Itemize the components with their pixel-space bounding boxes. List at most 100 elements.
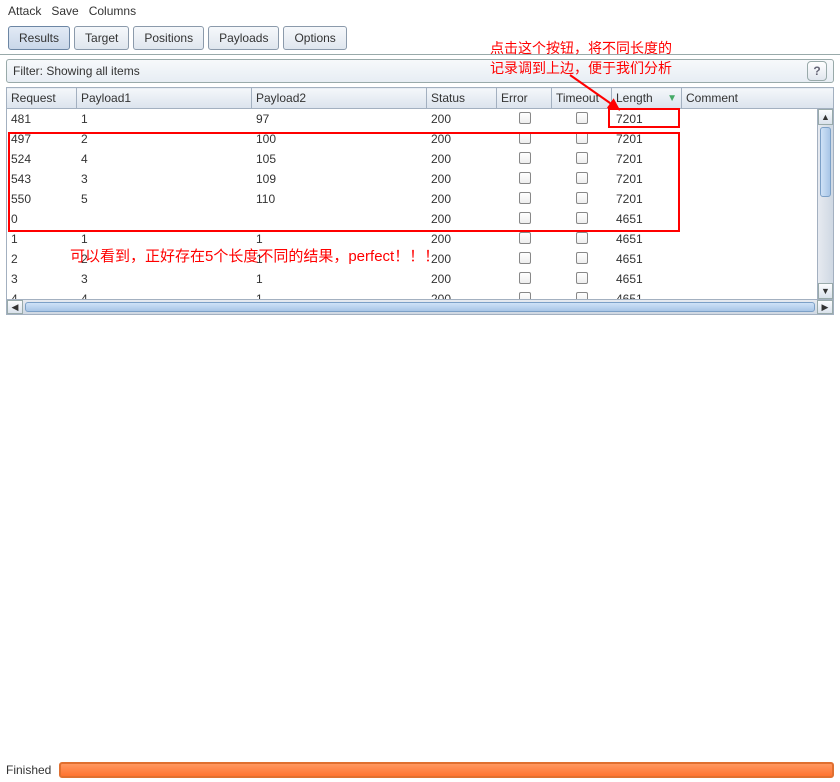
cell-checkbox <box>552 229 612 249</box>
cell: 4651 <box>612 249 682 269</box>
cell-checkbox <box>552 249 612 269</box>
cell: 4651 <box>612 209 682 229</box>
cell-checkbox <box>497 289 552 299</box>
tab-target[interactable]: Target <box>74 26 129 50</box>
cell <box>682 169 833 189</box>
checkbox-icon[interactable] <box>519 252 531 264</box>
cell-checkbox <box>552 269 612 289</box>
checkbox-icon[interactable] <box>519 192 531 204</box>
scroll-up-icon[interactable]: ▲ <box>818 109 833 125</box>
col-timeout[interactable]: Timeout <box>552 88 612 109</box>
filter-bar[interactable]: Filter: Showing all items ? <box>6 59 834 83</box>
table-row[interactable]: 4811972007201 <box>7 109 833 129</box>
cell-checkbox <box>552 289 612 299</box>
menu-save[interactable]: Save <box>51 4 78 18</box>
table-row[interactable]: 1112004651 <box>7 229 833 249</box>
cell <box>682 189 833 209</box>
col-payload2[interactable]: Payload2 <box>252 88 427 109</box>
scroll-thumb[interactable] <box>820 127 831 197</box>
table-row[interactable]: 52441052007201 <box>7 149 833 169</box>
cell: 1 <box>252 229 427 249</box>
cell <box>682 269 833 289</box>
checkbox-icon[interactable] <box>576 252 588 264</box>
checkbox-icon[interactable] <box>576 152 588 164</box>
tab-results[interactable]: Results <box>8 26 70 50</box>
checkbox-icon[interactable] <box>519 292 531 300</box>
col-request[interactable]: Request <box>7 88 77 109</box>
cell-checkbox <box>497 269 552 289</box>
table-row[interactable]: 02004651 <box>7 209 833 229</box>
cell-checkbox <box>552 189 612 209</box>
table-row[interactable]: 2212004651 <box>7 249 833 269</box>
cell <box>682 289 833 299</box>
tab-positions[interactable]: Positions <box>133 26 204 50</box>
col-payload1[interactable]: Payload1 <box>77 88 252 109</box>
table-row[interactable]: 4412004651 <box>7 289 833 299</box>
cell-checkbox <box>497 189 552 209</box>
tab-payloads[interactable]: Payloads <box>208 26 279 50</box>
cell: 7201 <box>612 169 682 189</box>
tab-options[interactable]: Options <box>283 26 346 50</box>
cell <box>682 109 833 129</box>
cell: 100 <box>252 129 427 149</box>
checkbox-icon[interactable] <box>576 232 588 244</box>
cell: 200 <box>427 209 497 229</box>
cell: 200 <box>427 249 497 269</box>
cell: 524 <box>7 149 77 169</box>
table-row[interactable]: 49721002007201 <box>7 129 833 149</box>
cell: 105 <box>252 149 427 169</box>
checkbox-icon[interactable] <box>519 152 531 164</box>
hscroll-thumb[interactable] <box>25 302 815 312</box>
col-error[interactable]: Error <box>497 88 552 109</box>
menu-attack[interactable]: Attack <box>8 4 41 18</box>
results-table: Request Payload1 Payload2 Status Error T… <box>6 87 834 299</box>
cell: 1 <box>252 289 427 299</box>
horizontal-scrollbar[interactable]: ◀ ▶ <box>6 299 834 315</box>
checkbox-icon[interactable] <box>576 192 588 204</box>
checkbox-icon[interactable] <box>519 232 531 244</box>
table-body-viewport: 4811972007201497210020072015244105200720… <box>6 109 834 299</box>
cell: 7201 <box>612 189 682 209</box>
table-row[interactable]: 3312004651 <box>7 269 833 289</box>
col-comment[interactable]: Comment <box>682 88 834 109</box>
cell: 4651 <box>612 269 682 289</box>
vertical-scrollbar[interactable]: ▲ ▼ <box>817 109 833 299</box>
cell: 2 <box>7 249 77 269</box>
col-status[interactable]: Status <box>427 88 497 109</box>
checkbox-icon[interactable] <box>519 172 531 184</box>
cell-checkbox <box>497 169 552 189</box>
cell-checkbox <box>552 129 612 149</box>
table-row[interactable]: 55051102007201 <box>7 189 833 209</box>
menu-columns[interactable]: Columns <box>89 4 136 18</box>
checkbox-icon[interactable] <box>519 212 531 224</box>
cell: 110 <box>252 189 427 209</box>
checkbox-icon[interactable] <box>576 292 588 300</box>
cell: 4651 <box>612 289 682 299</box>
col-length[interactable]: Length▼ <box>612 88 682 109</box>
cell-checkbox <box>497 249 552 269</box>
table-row[interactable]: 54331092007201 <box>7 169 833 189</box>
cell: 3 <box>77 169 252 189</box>
tab-bar: Results Target Positions Payloads Option… <box>0 22 840 55</box>
cell: 1 <box>7 229 77 249</box>
cell <box>682 209 833 229</box>
cell-checkbox <box>552 149 612 169</box>
checkbox-icon[interactable] <box>576 112 588 124</box>
cell-checkbox <box>552 109 612 129</box>
checkbox-icon[interactable] <box>576 132 588 144</box>
checkbox-icon[interactable] <box>576 272 588 284</box>
cell: 2 <box>77 129 252 149</box>
cell: 481 <box>7 109 77 129</box>
cell: 7201 <box>612 129 682 149</box>
checkbox-icon[interactable] <box>519 132 531 144</box>
checkbox-icon[interactable] <box>519 112 531 124</box>
checkbox-icon[interactable] <box>576 172 588 184</box>
scroll-right-icon[interactable]: ▶ <box>817 300 833 314</box>
help-button[interactable]: ? <box>807 61 827 81</box>
checkbox-icon[interactable] <box>519 272 531 284</box>
cell: 497 <box>7 129 77 149</box>
scroll-down-icon[interactable]: ▼ <box>818 283 833 299</box>
scroll-left-icon[interactable]: ◀ <box>7 300 23 314</box>
checkbox-icon[interactable] <box>576 212 588 224</box>
cell: 109 <box>252 169 427 189</box>
